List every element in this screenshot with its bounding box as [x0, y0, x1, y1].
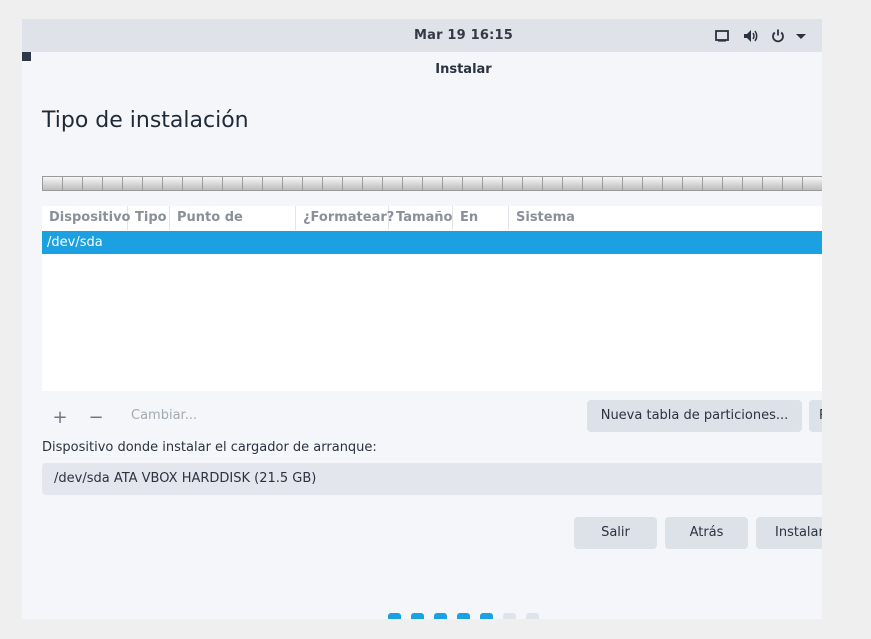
partition-bar [42, 176, 822, 191]
installer-window: Instalar Tipo de instalación Dispositivo… [22, 52, 822, 619]
back-button[interactable]: Atrás [665, 517, 748, 549]
window-corner [22, 52, 31, 61]
column-header-used[interactable]: En uso [453, 206, 509, 249]
step-dot-completed [411, 613, 424, 619]
bootloader-device-select[interactable]: /dev/sda ATA VBOX HARDDISK (21.5 GB) [42, 463, 822, 495]
partition-bar-ticks [43, 177, 822, 190]
change-partition-button[interactable]: Cambiar... [131, 408, 197, 423]
remove-partition-button[interactable]: − [86, 407, 106, 428]
step-dot-pending [526, 613, 539, 619]
column-header-mountpoint[interactable]: Punto de montaje [170, 206, 296, 249]
revert-button[interactable]: R [809, 400, 822, 432]
bootloader-label: Dispositivo donde instalar el cargador d… [42, 440, 377, 455]
column-header-type[interactable]: Tipo [128, 206, 170, 230]
display-icon[interactable] [714, 26, 730, 46]
dropdown-arrow-icon[interactable] [795, 26, 807, 46]
power-icon[interactable] [770, 26, 786, 46]
page-title: Tipo de instalación [42, 108, 249, 133]
column-header-format[interactable]: ¿Formatear? [296, 206, 394, 230]
top-panel: Mar 19 16:15 [22, 19, 822, 52]
step-dot-completed [457, 613, 470, 619]
column-header-system[interactable]: Sistema [509, 206, 822, 230]
table-header: Dispositivo Tipo Punto de montaje ¿Forma… [42, 206, 822, 249]
clock[interactable]: Mar 19 16:15 [22, 28, 822, 43]
window-title: Instalar [435, 62, 492, 77]
column-header-size[interactable]: Tamaño [389, 206, 453, 230]
install-now-button[interactable]: Instalar ahora [756, 517, 822, 549]
step-dot-completed [388, 613, 401, 619]
step-dot-pending [503, 613, 516, 619]
table-row[interactable]: /dev/sda [42, 231, 822, 254]
bootloader-selected-value: /dev/sda ATA VBOX HARDDISK (21.5 GB) [54, 471, 317, 486]
volume-icon[interactable] [742, 26, 760, 46]
quit-button[interactable]: Salir [574, 517, 657, 549]
step-dot-completed [434, 613, 447, 619]
step-dot-completed [480, 613, 493, 619]
new-partition-table-button[interactable]: Nueva tabla de particiones... [587, 400, 802, 432]
partition-table[interactable]: Dispositivo Tipo Punto de montaje ¿Forma… [42, 206, 822, 391]
row-device: /dev/sda [47, 235, 103, 250]
add-partition-button[interactable]: + [50, 407, 70, 428]
column-header-device[interactable]: Dispositivo [42, 206, 131, 230]
desktop-screen: Mar 19 16:15 Instalar Tipo de instalació… [22, 19, 822, 619]
